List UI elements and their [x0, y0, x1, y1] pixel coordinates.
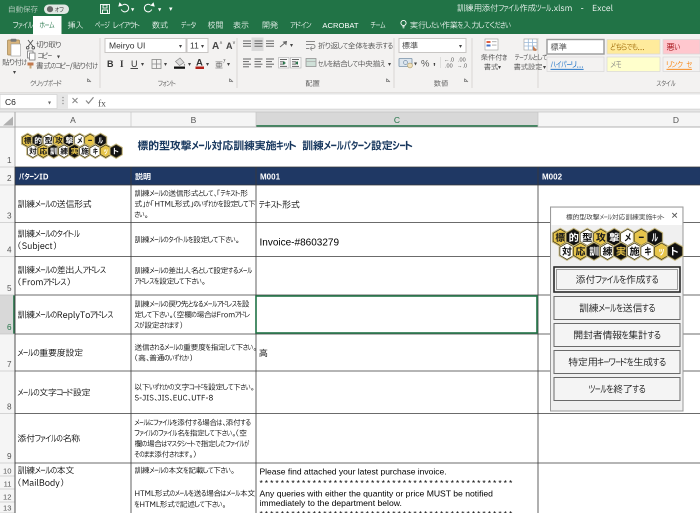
svg-text:C: C: [394, 115, 400, 125]
svg-text:▾: ▾: [179, 44, 182, 50]
svg-text:12: 12: [3, 493, 11, 502]
svg-text:˄: ˄: [220, 41, 223, 47]
svg-text:▾: ▾: [290, 43, 293, 49]
svg-text:.00: .00: [445, 64, 453, 70]
svg-text:4: 4: [7, 245, 12, 254]
svg-text:A: A: [70, 115, 76, 125]
svg-text:11: 11: [4, 480, 12, 489]
svg-text:Invoice-#8603279: Invoice-#8603279: [260, 238, 340, 249]
svg-text:▾: ▾: [388, 62, 391, 68]
svg-text:13: 13: [3, 504, 11, 513]
svg-text:▾: ▾: [543, 65, 546, 71]
svg-text:˅: ˅: [233, 41, 236, 47]
svg-text:▾: ▾: [169, 6, 173, 13]
svg-text:A: A: [212, 41, 219, 52]
svg-text:immediately to the department: immediately to the department below.: [260, 498, 402, 508]
svg-text:U: U: [131, 59, 138, 69]
svg-text:,: ,: [433, 57, 436, 68]
svg-text:M002: M002: [542, 173, 563, 182]
svg-text:▾: ▾: [227, 62, 230, 68]
svg-text:******************************: ****************************************…: [260, 509, 515, 513]
svg-text:Meiryo UI: Meiryo UI: [109, 41, 145, 51]
svg-text:▾: ▾: [201, 44, 204, 50]
svg-text:▾: ▾: [206, 62, 209, 68]
svg-text:M001: M001: [260, 173, 281, 182]
svg-text:8: 8: [7, 402, 12, 411]
svg-text:Please find attached your late: Please find attached your latest purchas…: [260, 467, 447, 477]
svg-text:ACROBAT: ACROBAT: [322, 21, 359, 30]
svg-text:C6: C6: [5, 97, 16, 107]
svg-text:▾: ▾: [141, 62, 144, 68]
svg-text:******************************: ****************************************…: [260, 478, 515, 488]
svg-text:I: I: [120, 59, 124, 69]
svg-text:9: 9: [7, 452, 12, 461]
svg-text:5: 5: [7, 284, 12, 293]
svg-text:B: B: [191, 115, 197, 125]
svg-text:Any queries with either the qu: Any queries with either the quantity or …: [260, 489, 494, 499]
svg-text:▾: ▾: [57, 55, 60, 61]
svg-text:6: 6: [7, 323, 12, 332]
svg-text:▾: ▾: [414, 62, 417, 68]
svg-text:▾: ▾: [188, 62, 191, 68]
svg-text:▾: ▾: [13, 70, 16, 76]
svg-text:10: 10: [3, 467, 11, 476]
svg-text:▾: ▾: [459, 44, 462, 50]
svg-text:%: %: [421, 59, 430, 70]
svg-text:7: 7: [7, 360, 12, 369]
svg-text:11: 11: [190, 41, 199, 51]
svg-text:3: 3: [7, 211, 12, 220]
svg-text:B: B: [107, 59, 114, 69]
svg-text:▾: ▾: [164, 62, 167, 68]
svg-text:D: D: [673, 115, 679, 125]
svg-text:2: 2: [7, 174, 12, 183]
svg-text:→.0: →.0: [457, 64, 467, 70]
svg-text:1: 1: [7, 156, 12, 165]
svg-text:▾: ▾: [498, 65, 501, 71]
svg-text:▾: ▾: [48, 101, 51, 107]
svg-text:fx: fx: [98, 99, 106, 110]
